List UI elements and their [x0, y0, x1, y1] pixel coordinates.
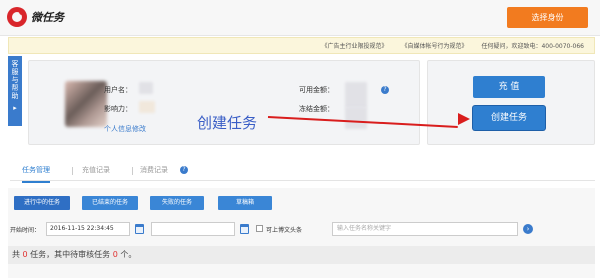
- headline-checkbox[interactable]: [256, 225, 263, 232]
- recharge-button[interactable]: 充 值: [473, 76, 545, 98]
- filter-drafts[interactable]: 草稿箱: [218, 196, 272, 210]
- avatar: [65, 81, 107, 127]
- task-search-input[interactable]: 输入任务名称关键字: [332, 222, 518, 236]
- filter-ongoing-tasks[interactable]: 进行中的任务: [14, 196, 70, 210]
- username-label: 用户名：: [104, 86, 132, 94]
- start-time-label: 开始时间：: [10, 227, 41, 234]
- annotation-arrow-head: [458, 113, 470, 125]
- logo[interactable]: 微任务: [7, 7, 64, 27]
- action-panel: [427, 60, 595, 145]
- notice-bar: 《广告主行业限投规范》 《自媒体帐号行为规范》 任何疑问，欢迎致电：400-00…: [8, 37, 595, 54]
- select-role-button[interactable]: 选择身份: [507, 7, 588, 28]
- start-calendar-icon[interactable]: [135, 224, 144, 234]
- logo-text: 微任务: [31, 11, 64, 24]
- frozen-amount-value: [345, 107, 367, 129]
- tab-bar: 任务管理 充值记录 消费记录 ?: [10, 158, 595, 183]
- available-amount-value: [345, 82, 367, 108]
- search-icon[interactable]: ›: [523, 224, 533, 234]
- industry-rules-link[interactable]: 《广告主行业限投规范》: [321, 41, 387, 50]
- summary-mid: 任务，其中待审核任务: [27, 250, 113, 259]
- filter-failed-tasks[interactable]: 失败的任务: [150, 196, 204, 210]
- available-amount-label: 可用金额：: [299, 86, 334, 94]
- headline-checkbox-label: 可上博文头条: [266, 227, 303, 234]
- media-rules-link[interactable]: 《自媒体帐号行为规范》: [401, 41, 467, 50]
- tab-recharge-records[interactable]: 充值记录: [82, 165, 110, 175]
- summary-prefix: 共: [12, 250, 23, 259]
- filter-finished-tasks[interactable]: 已结束的任务: [82, 196, 138, 210]
- influence-value: [139, 101, 155, 113]
- help-icon[interactable]: ?: [381, 86, 389, 94]
- annotation-label: 创建任务: [197, 114, 258, 132]
- influence-label: 影响力：: [104, 105, 132, 113]
- username-value: [139, 82, 153, 94]
- start-time-input[interactable]: 2016-11-15 22:34:45: [46, 222, 130, 236]
- contact-text: 任何疑问，欢迎致电：400-0070-066: [481, 43, 584, 50]
- task-panel: 进行中的任务 已结束的任务 失败的任务 草稿箱 开始时间： 2016-11-15…: [8, 188, 595, 278]
- logo-icon: [7, 7, 27, 27]
- tab-consumption-records[interactable]: 消费记录: [140, 165, 168, 175]
- help-tab-label: 客服与帮助: [11, 60, 19, 100]
- tab-help-icon[interactable]: ?: [180, 166, 188, 174]
- top-bar: 微任务 选择身份: [0, 0, 600, 36]
- end-time-input[interactable]: [151, 222, 235, 236]
- summary-suffix: 个。: [117, 250, 137, 259]
- frozen-amount-label: 冻结金额：: [299, 105, 334, 113]
- tab-divider: [72, 167, 73, 175]
- tab-task-management[interactable]: 任务管理: [22, 165, 50, 183]
- help-tab-arrow-icon: ▸: [13, 104, 17, 112]
- edit-profile-link[interactable]: 个人信息修改: [104, 124, 146, 134]
- end-calendar-icon[interactable]: [240, 224, 249, 234]
- tab-divider: [132, 167, 133, 175]
- help-tab[interactable]: 客服与帮助 ▸: [8, 56, 22, 126]
- task-summary: 共 0 任务，其中待审核任务 0 个。: [8, 246, 595, 264]
- create-task-button[interactable]: 创建任务: [473, 106, 545, 130]
